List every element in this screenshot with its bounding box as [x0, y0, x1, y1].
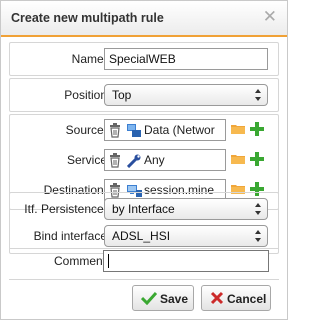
select-arrows-icon	[255, 89, 261, 101]
folder-icon[interactable]	[231, 123, 246, 135]
service-label: Service	[66, 153, 107, 167]
trash-icon[interactable]	[109, 153, 121, 168]
service-icon	[127, 154, 141, 168]
network-icon	[127, 124, 141, 137]
add-icon[interactable]	[250, 122, 264, 136]
add-icon[interactable]	[250, 152, 264, 166]
dialog-title: Create new multipath rule	[11, 11, 164, 25]
comment-row: Comment	[9, 250, 279, 274]
folder-icon[interactable]	[231, 153, 246, 165]
name-label: Name:	[71, 52, 107, 66]
check-icon	[141, 291, 157, 305]
comment-label: Comment	[53, 254, 106, 268]
persistence-row: Itf. Persistence: by Interface	[10, 198, 280, 222]
bind-interface-label: Bind interface	[33, 229, 107, 243]
cancel-button[interactable]: Cancel	[201, 285, 271, 311]
comment-input[interactable]	[103, 250, 269, 272]
trash-icon[interactable]	[109, 123, 121, 138]
position-row: Position Top	[10, 84, 280, 108]
bind-interface-select[interactable]: ADSL_HSI	[104, 225, 268, 247]
source-row: Source: Data (Networ	[10, 119, 280, 143]
x-icon	[210, 291, 224, 305]
position-selected-value: Top	[112, 88, 132, 102]
name-input[interactable]: SpecialWEB	[104, 48, 268, 70]
cancel-label: Cancel	[227, 292, 267, 306]
multipath-rule-dialog: Create new multipath rule ✕ Name: Specia…	[0, 0, 288, 320]
text-cursor	[108, 254, 109, 268]
service-row: Service Any	[10, 149, 280, 173]
name-group: Name: SpecialWEB	[9, 42, 279, 76]
bind-interface-row: Bind interface ADSL_HSI	[10, 225, 280, 249]
source-value: Data (Networ	[144, 123, 215, 137]
select-arrows-icon	[255, 230, 261, 242]
save-button[interactable]: Save	[132, 285, 194, 311]
source-field[interactable]: Data (Networ	[104, 119, 226, 141]
bind-interface-selected-value: ADSL_HSI	[112, 229, 171, 243]
persistence-selected-value: by Interface	[112, 202, 175, 216]
select-arrows-icon	[255, 203, 261, 215]
position-group: Position Top	[9, 78, 279, 112]
save-label: Save	[160, 292, 189, 306]
service-value: Any	[144, 153, 165, 167]
position-label: Position	[64, 88, 107, 102]
close-icon[interactable]: ✕	[263, 8, 277, 26]
position-select[interactable]: Top	[104, 84, 268, 106]
comment-group: Comment	[9, 248, 279, 280]
persistence-label: Itf. Persistence:	[24, 202, 107, 216]
source-label: Source:	[65, 123, 107, 137]
interface-group: Itf. Persistence: by Interface Bind inte…	[9, 192, 279, 254]
dialog-titlebar: Create new multipath rule ✕	[1, 1, 287, 37]
name-row: Name: SpecialWEB	[10, 48, 280, 72]
service-field[interactable]: Any	[104, 149, 226, 171]
persistence-select[interactable]: by Interface	[104, 198, 268, 220]
